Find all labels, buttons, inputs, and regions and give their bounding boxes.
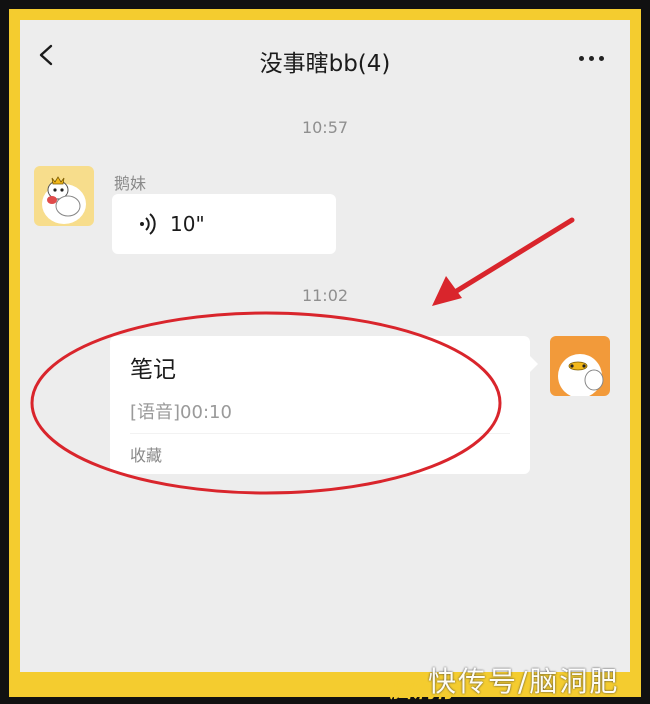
sender-name: 鹅妹 bbox=[114, 174, 147, 193]
note-card[interactable]: 笔记 [语音]00:10 收藏 bbox=[110, 336, 538, 474]
note-source: 收藏 bbox=[130, 446, 163, 465]
timestamp: 11:02 bbox=[301, 286, 349, 305]
divider bbox=[130, 433, 510, 434]
avatar-image bbox=[34, 166, 94, 226]
avatar[interactable] bbox=[34, 166, 94, 226]
chat-title: 没事瞎bb(4) bbox=[259, 51, 391, 77]
more-options-icon[interactable] bbox=[579, 56, 604, 61]
watermark-text: 快传号/脑洞肥 bbox=[428, 665, 620, 698]
avatar-image bbox=[550, 336, 610, 396]
avatar-self[interactable] bbox=[550, 336, 610, 396]
voice-duration: 10" bbox=[170, 212, 205, 236]
voice-message-bubble[interactable]: 10" bbox=[112, 194, 336, 254]
note-subtitle: [语音]00:10 bbox=[130, 402, 232, 423]
chat-screen: 没事瞎bb(4) 10:57 鹅妹 10" 11:02 笔记 [语音]00:10… bbox=[20, 20, 630, 672]
voice-wave-icon bbox=[140, 213, 156, 235]
timestamp: 10:57 bbox=[301, 118, 349, 137]
note-title: 笔记 bbox=[130, 357, 176, 383]
image-frame: 没事瞎bb(4) 10:57 鹅妹 10" 11:02 笔记 [语音]00:10… bbox=[0, 0, 650, 704]
